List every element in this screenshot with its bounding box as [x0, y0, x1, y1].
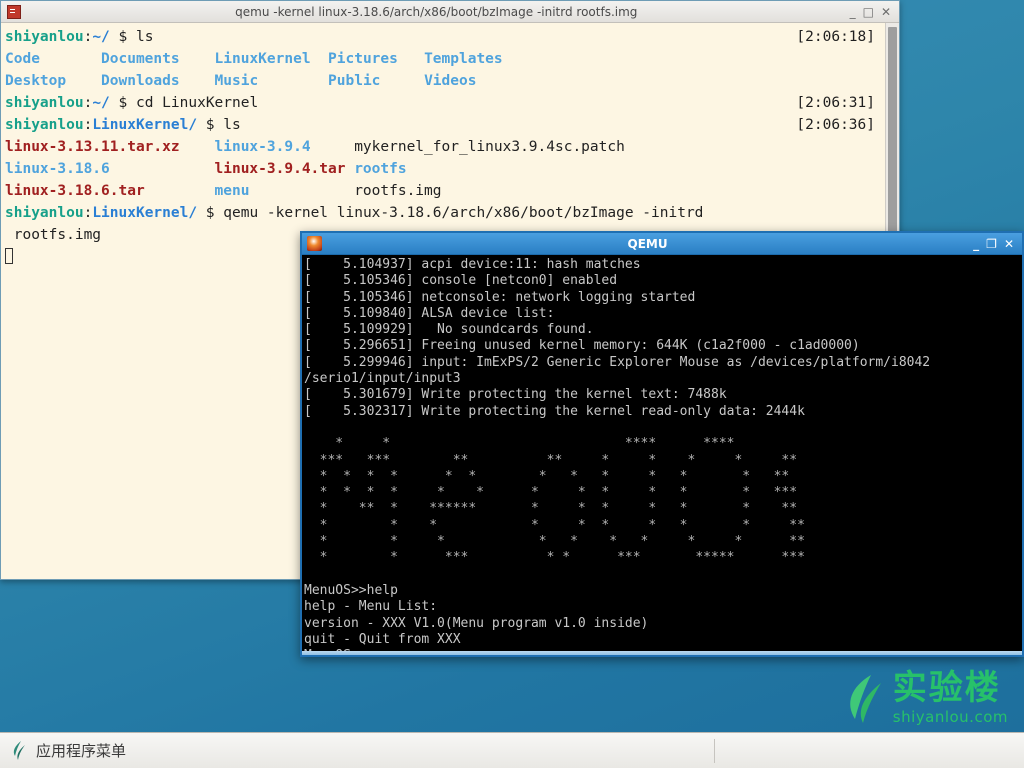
application-menu-label: 应用程序菜单 — [36, 742, 127, 760]
terminal-window-controls[interactable]: _ □ ✕ — [850, 6, 895, 18]
prompt-path: LinuxKernel/ — [92, 117, 198, 133]
file-entry: rootfs — [354, 161, 704, 177]
close-icon[interactable]: ✕ — [1004, 238, 1014, 250]
prompt-dollar: $ — [197, 205, 224, 221]
file-entry: linux-3.18.6.tar — [5, 183, 215, 199]
prompt-host: shiyanlou — [5, 29, 84, 45]
watermark-text: 实验楼 shiyanlou.com — [893, 671, 1008, 726]
terminal-text: rootfs.img — [5, 227, 102, 243]
qemu-logo-icon — [307, 236, 322, 251]
menuos-shell-line: MenuOS>>help — [304, 582, 398, 598]
qemu-window-controls[interactable]: _ ❐ ✕ — [973, 238, 1018, 250]
menuos-ascii-banner: * * **** **** *** *** ** ** * * * * ** *… — [319, 436, 805, 566]
prompt-dollar: $ — [109, 29, 136, 45]
file-entry: Public — [328, 73, 425, 89]
file-entry: LinuxKernel — [214, 51, 329, 67]
qemu-window[interactable]: QEMU _ ❐ ✕ [ 5.104937] acpi device:11: h… — [300, 231, 1024, 657]
qemu-statusbar — [302, 651, 1022, 655]
kernel-log-line: [ 5.301679] Write protecting the kernel … — [304, 387, 727, 403]
file-entry: linux-3.9.4.tar — [214, 161, 355, 177]
watermark: 实验楼 shiyanlou.com — [841, 671, 1008, 726]
prompt-path: ~/ — [92, 29, 110, 45]
menuos-shell-line: version - XXX V1.0(Menu program v1.0 ins… — [304, 615, 649, 631]
file-entry: Desktop — [5, 73, 102, 89]
close-icon[interactable]: ✕ — [881, 6, 891, 18]
terminal-line: Desktop Downloads Music Public Videos — [5, 70, 881, 92]
prompt-host: shiyanlou — [5, 205, 84, 221]
prompt-colon: : — [83, 95, 93, 111]
file-entry: Videos — [424, 73, 521, 89]
terminal-command: ls — [135, 29, 154, 45]
terminal-line: linux-3.18.6 linux-3.9.4.tar rootfs — [5, 158, 881, 180]
terminal-line: shiyanlou:~/ $ ls [2:06:18] — [5, 26, 881, 48]
prompt-path: ~/ — [92, 95, 110, 111]
terminal-command: cd LinuxKernel — [135, 95, 259, 111]
watermark-en: shiyanlou.com — [892, 708, 1008, 726]
file-entry: linux-3.9.4 — [214, 139, 355, 155]
terminal-line: shiyanlou:LinuxKernel/ $ qemu -kernel li… — [5, 202, 881, 224]
terminal-line: Code Documents LinuxKernel Pictures Temp… — [5, 48, 881, 70]
kernel-log-line: [ 5.105346] netconsole: network logging … — [304, 289, 696, 305]
terminal-titlebar[interactable]: qemu -kernel linux-3.18.6/arch/x86/boot/… — [1, 1, 899, 23]
terminal-title: qemu -kernel linux-3.18.6/arch/x86/boot/… — [235, 4, 638, 19]
file-entry: menu — [214, 183, 355, 199]
taskbar[interactable]: 应用程序菜单 — [0, 732, 1024, 768]
file-entry: rootfs.img — [354, 183, 704, 199]
qemu-titlebar[interactable]: QEMU _ ❐ ✕ — [302, 233, 1022, 255]
prompt-host: shiyanlou — [5, 95, 84, 111]
file-entry: Downloads — [101, 73, 215, 89]
watermark-cn: 实验楼 — [892, 668, 1001, 709]
prompt-host: shiyanlou — [5, 117, 84, 133]
file-entry: Pictures — [328, 51, 425, 67]
kernel-log-line: [ 5.302317] Write protecting the kernel … — [304, 403, 805, 419]
timestamp: [2:06:18] — [796, 29, 875, 45]
kernel-log-line: [ 5.109929] No soundcards found. — [304, 322, 594, 338]
qemu-title: QEMU — [627, 236, 668, 251]
file-entry: linux-3.18.6 — [5, 161, 215, 177]
leaf-logo-icon — [841, 673, 885, 725]
xfce-mouse-icon — [12, 741, 27, 760]
file-entry: Music — [214, 73, 329, 89]
kernel-log-line: [ 5.104937] acpi device:11: hash matches — [304, 257, 641, 272]
prompt-colon: : — [83, 29, 93, 45]
timestamp: [2:06:36] — [796, 117, 875, 133]
maximize-icon[interactable]: □ — [863, 6, 874, 18]
terminal-line: linux-3.13.11.tar.xz linux-3.9.4 mykerne… — [5, 136, 881, 158]
qemu-console[interactable]: [ 5.104937] acpi device:11: hash matches… — [302, 255, 1022, 651]
kernel-log-line: [ 5.296651] Freeing unused kernel memory… — [304, 338, 860, 354]
menuos-shell-line: help - Menu List: — [304, 599, 438, 615]
file-entry: Code — [5, 51, 102, 67]
timestamp: [2:06:31] — [796, 95, 875, 111]
minimize-icon[interactable]: _ — [973, 238, 979, 250]
file-entry: linux-3.13.11.tar.xz — [5, 139, 215, 155]
prompt-dollar: $ — [197, 117, 224, 133]
terminal-icon — [7, 4, 21, 19]
prompt-path: LinuxKernel/ — [92, 205, 198, 221]
prompt-colon: : — [83, 205, 93, 221]
minimize-icon[interactable]: _ — [850, 6, 856, 18]
kernel-log-line: /serio1/input/input3 — [304, 371, 461, 387]
kernel-log-line: [ 5.299946] input: ImExPS/2 Generic Expl… — [304, 354, 931, 370]
kernel-log-line: [ 5.105346] console [netcon0] enabled — [304, 273, 618, 289]
application-menu-button[interactable]: 应用程序菜单 — [0, 733, 138, 768]
text-cursor — [5, 248, 13, 264]
prompt-dollar: $ — [109, 95, 136, 111]
terminal-line: shiyanlou:LinuxKernel/ $ ls [2:06:36] — [5, 114, 881, 136]
kernel-log-line: [ 5.109840] ALSA device list: — [304, 305, 555, 321]
terminal-line: linux-3.18.6.tar menu rootfs.img — [5, 180, 881, 202]
terminal-command: ls — [223, 117, 241, 133]
file-entry: Documents — [101, 51, 215, 67]
terminal-line: shiyanlou:~/ $ cd LinuxKernel [2:06:31] — [5, 92, 881, 114]
terminal-command: qemu -kernel linux-3.18.6/arch/x86/boot/… — [223, 205, 704, 221]
prompt-colon: : — [83, 117, 93, 133]
file-entry: Templates — [424, 51, 521, 67]
taskbar-separator — [714, 738, 716, 763]
file-entry: mykernel_for_linux3.9.4sc.patch — [354, 139, 704, 155]
menuos-shell-line: quit - Quit from XXX — [304, 631, 461, 647]
maximize-icon[interactable]: ❐ — [986, 238, 997, 250]
